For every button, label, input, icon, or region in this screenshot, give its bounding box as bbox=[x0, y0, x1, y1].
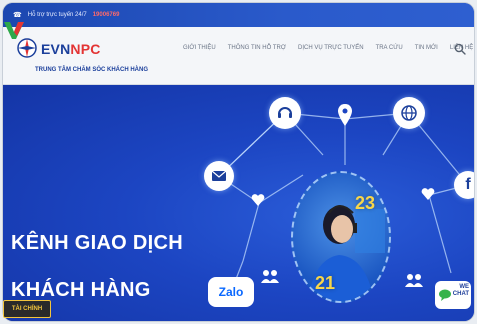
facebook-bubble[interactable]: f bbox=[454, 171, 474, 199]
globe-icon bbox=[401, 105, 417, 121]
nav-item-news[interactable]: TIN MỚI bbox=[415, 45, 438, 51]
mail-icon bbox=[211, 170, 227, 181]
zalo-label: Zalo bbox=[218, 285, 244, 299]
brand-subtitle: TRUNG TÂM CHĂM SÓC KHÁCH HÀNG bbox=[35, 67, 148, 73]
brand-name[interactable]: EVNNPC bbox=[41, 41, 101, 57]
main-nav: GIỚI THIỆU THÔNG TIN HỖ TRỢ DỊCH VỤ TRỰC… bbox=[183, 45, 473, 51]
heart-icon bbox=[421, 188, 435, 200]
location-pin-icon bbox=[338, 104, 352, 126]
hero-title-line1: KÊNH GIAO DỊCH bbox=[11, 232, 183, 254]
globe-bubble[interactable] bbox=[393, 97, 425, 129]
zalo-button[interactable]: Zalo bbox=[208, 277, 254, 307]
chat-bubble-icon bbox=[439, 289, 451, 301]
agent-portrait: 23 21 bbox=[291, 171, 391, 303]
tv-channel-logo-icon bbox=[4, 22, 24, 39]
agent-image bbox=[307, 205, 385, 301]
brand-prefix: EVN bbox=[41, 41, 71, 57]
wechat-label-top: WE bbox=[459, 284, 469, 290]
support-text: Hỗ trợ trực tuyến 24/7 bbox=[27, 12, 87, 18]
facebook-icon: f bbox=[465, 176, 471, 193]
group-icon bbox=[405, 274, 423, 287]
nav-item-online-services[interactable]: DỊCH VỤ TRỰC TUYẾN bbox=[298, 45, 364, 51]
heart-icon bbox=[251, 194, 265, 206]
nav-item-about[interactable]: GIỚI THIỆU bbox=[183, 45, 216, 51]
nav-item-lookup[interactable]: TRA CỨU bbox=[376, 45, 403, 51]
brand-suffix: NPC bbox=[70, 41, 101, 57]
mail-bubble[interactable] bbox=[204, 161, 234, 191]
top-bar: ☎ Hỗ trợ trực tuyến 24/7 19006769 bbox=[3, 3, 474, 27]
headset-icon bbox=[278, 107, 292, 118]
evn-logo-icon[interactable] bbox=[17, 37, 37, 59]
group-icon bbox=[261, 270, 279, 283]
nav-item-support-info[interactable]: THÔNG TIN HỖ TRỢ bbox=[228, 45, 286, 51]
wechat-button[interactable]: WE CHAT bbox=[435, 281, 471, 309]
wechat-label: WE CHAT bbox=[453, 284, 469, 298]
headset-bubble[interactable] bbox=[269, 97, 301, 129]
hotline-number[interactable]: 19006769 bbox=[93, 12, 120, 18]
channel-badge-text: TÀI CHÍNH bbox=[11, 306, 43, 312]
search-icon[interactable] bbox=[454, 43, 466, 55]
channel-badge: TÀI CHÍNH bbox=[3, 300, 51, 318]
badge-number-23: 23 bbox=[355, 193, 376, 213]
screenshot-frame: ☎ Hỗ trợ trực tuyến 24/7 19006769 EVNNPC… bbox=[3, 3, 474, 321]
site-header: EVNNPC TRUNG TÂM CHĂM SÓC KHÁCH HÀNG GIỚ… bbox=[3, 27, 474, 85]
badge-number-21: 21 bbox=[315, 273, 336, 293]
wechat-label-bottom: CHAT bbox=[452, 291, 469, 297]
hero-title-line2: KHÁCH HÀNG bbox=[11, 279, 151, 301]
hero-banner: f 23 21 Zalo WE CHAT KÊNH GIAO DỊCH KHÁC… bbox=[3, 85, 474, 321]
